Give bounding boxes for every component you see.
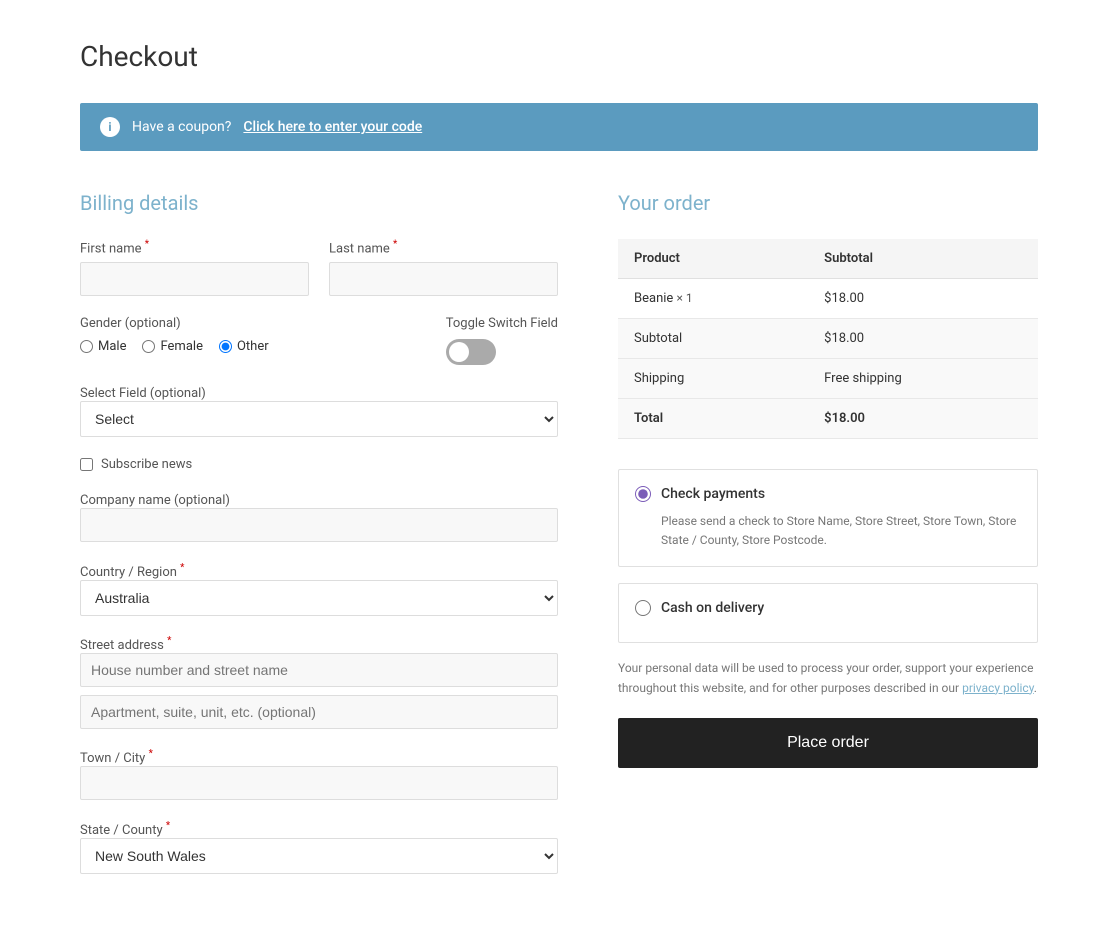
coupon-info-icon: i <box>100 117 120 137</box>
gender-female-radio[interactable] <box>142 340 155 353</box>
product-subtotal-cell: $18.00 <box>808 279 1038 319</box>
billing-section: Billing details First name * Last name * <box>80 191 558 894</box>
gender-group: Gender (optional) Male Female Other <box>80 316 406 354</box>
company-name-group: Company name (optional) <box>80 492 558 542</box>
country-region-group: Country / Region * Australia United Stat… <box>80 562 558 615</box>
privacy-note: Your personal data will be used to proce… <box>618 659 1038 697</box>
product-qty: × 1 <box>677 291 693 305</box>
town-city-input[interactable] <box>80 766 558 800</box>
town-city-label: Town / City * <box>80 751 153 766</box>
order-table: Product Subtotal Beanie × 1 $18.00 Subto… <box>618 239 1038 439</box>
subtotal-label-cell: Subtotal <box>618 319 808 359</box>
street-address-label: Street address * <box>80 638 171 653</box>
select-field-label: Select Field (optional) <box>80 386 206 401</box>
street-address-input-1[interactable] <box>80 653 558 687</box>
state-county-label: State / County * <box>80 823 170 838</box>
subscribe-news-label: Subscribe news <box>101 457 192 472</box>
subtotal-row: Subtotal $18.00 <box>618 319 1038 359</box>
check-payments-description: Please send a check to Store Name, Store… <box>635 512 1021 550</box>
state-county-group: State / County * New South Wales Victori… <box>80 820 558 873</box>
total-value-cell: $18.00 <box>808 399 1038 439</box>
order-section: Your order Product Subtotal Beanie × 1 $… <box>618 191 1038 894</box>
gender-female-option[interactable]: Female <box>142 339 202 354</box>
town-city-group: Town / City * <box>80 749 558 800</box>
street-address-input-2[interactable] <box>80 695 558 729</box>
privacy-policy-link[interactable]: privacy policy <box>962 681 1034 695</box>
coupon-text: Have a coupon? <box>132 119 231 135</box>
gender-male-radio[interactable] <box>80 340 93 353</box>
check-payments-label: Check payments <box>661 486 765 502</box>
first-name-group: First name * <box>80 239 309 296</box>
product-name: Beanie <box>634 291 673 306</box>
first-name-label: First name * <box>80 239 309 256</box>
order-title: Your order <box>618 191 1038 215</box>
gender-radio-group: Male Female Other <box>80 339 406 354</box>
company-name-input[interactable] <box>80 508 558 542</box>
total-label-cell: Total <box>618 399 808 439</box>
check-payments-radio[interactable] <box>635 486 651 502</box>
select-field-group: Select Field (optional) Select Option 1 … <box>80 385 558 437</box>
country-region-label: Country / Region * <box>80 565 184 580</box>
shipping-label-cell: Shipping <box>618 359 808 399</box>
billing-title: Billing details <box>80 191 558 215</box>
last-name-input[interactable] <box>329 262 558 296</box>
gender-male-option[interactable]: Male <box>80 339 126 354</box>
toggle-switch[interactable] <box>446 339 496 365</box>
gender-label: Gender (optional) <box>80 316 406 331</box>
subtotal-value-cell: $18.00 <box>808 319 1038 359</box>
shipping-row: Shipping Free shipping <box>618 359 1038 399</box>
gender-other-radio[interactable] <box>219 340 232 353</box>
coupon-link[interactable]: Click here to enter your code <box>243 119 422 135</box>
last-name-group: Last name * <box>329 239 558 296</box>
subscribe-news-group: Subscribe news <box>80 457 558 472</box>
place-order-button[interactable]: Place order <box>618 718 1038 768</box>
state-county-select[interactable]: New South Wales Victoria Queensland West… <box>80 838 558 874</box>
gender-other-option[interactable]: Other <box>219 339 269 354</box>
country-region-select[interactable]: Australia United States United Kingdom C… <box>80 580 558 616</box>
total-row: Total $18.00 <box>618 399 1038 439</box>
coupon-banner: i Have a coupon? Click here to enter you… <box>80 103 1038 151</box>
subscribe-news-checkbox[interactable] <box>80 458 93 471</box>
cash-on-delivery-label: Cash on delivery <box>661 600 764 616</box>
product-col-header: Product <box>618 239 808 279</box>
table-row: Beanie × 1 $18.00 <box>618 279 1038 319</box>
toggle-label: Toggle Switch Field <box>446 316 558 331</box>
subtotal-col-header: Subtotal <box>808 239 1038 279</box>
shipping-value-cell: Free shipping <box>808 359 1038 399</box>
first-name-input[interactable] <box>80 262 309 296</box>
check-payments-option: Check payments Please send a check to St… <box>618 469 1038 567</box>
toggle-section: Toggle Switch Field <box>446 316 558 365</box>
toggle-slider <box>446 339 496 365</box>
page-title: Checkout <box>80 40 1038 73</box>
cash-on-delivery-option: Cash on delivery <box>618 583 1038 643</box>
last-name-label: Last name * <box>329 239 558 256</box>
cash-on-delivery-radio[interactable] <box>635 600 651 616</box>
product-cell: Beanie × 1 <box>618 279 808 319</box>
company-name-label: Company name (optional) <box>80 493 230 508</box>
select-field-select[interactable]: Select Option 1 Option 2 Option 3 <box>80 401 558 437</box>
street-address-group: Street address * <box>80 636 558 729</box>
